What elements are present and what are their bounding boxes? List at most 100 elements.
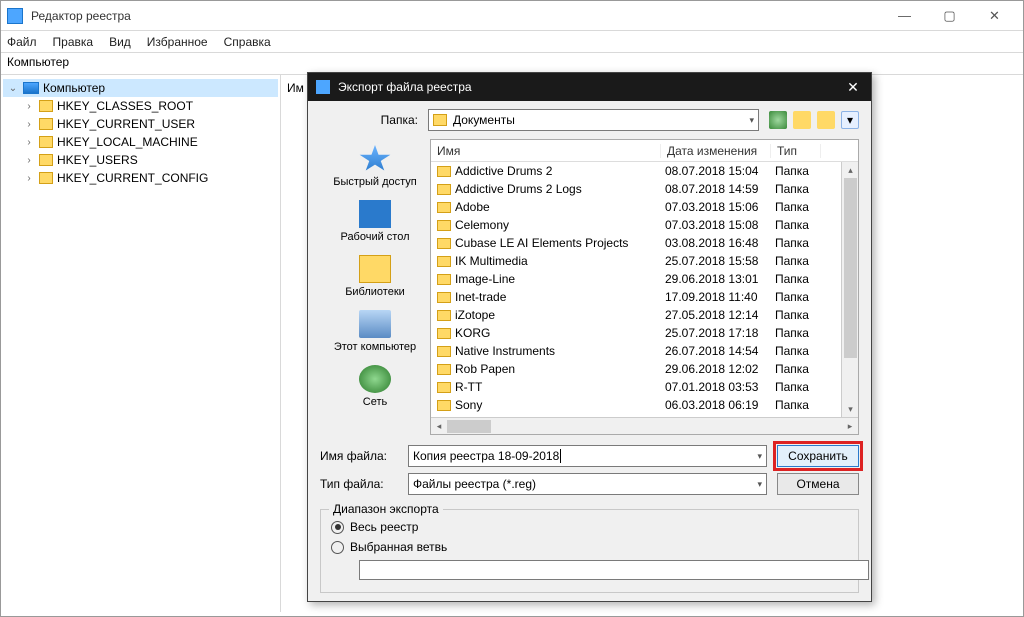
file-type: Папка xyxy=(775,236,825,250)
views-icon[interactable]: ▾ xyxy=(841,111,859,129)
folder-icon xyxy=(437,184,451,195)
file-list: Имя Дата изменения Тип Addictive Drums 2… xyxy=(430,139,859,435)
file-row[interactable]: Cubase LE AI Elements Projects03.08.2018… xyxy=(431,234,858,252)
file-date: 27.05.2018 12:14 xyxy=(665,308,775,322)
tree-item[interactable]: ›HKEY_LOCAL_MACHINE xyxy=(3,133,278,151)
file-row[interactable]: Inet-trade17.09.2018 11:40Папка xyxy=(431,288,858,306)
radio-icon xyxy=(331,521,344,534)
file-type: Папка xyxy=(775,182,825,196)
tree-item[interactable]: ›HKEY_CLASSES_ROOT xyxy=(3,97,278,115)
place-network[interactable]: Сеть xyxy=(325,363,425,414)
file-row[interactable]: Addictive Drums 2 Logs08.07.2018 14:59Па… xyxy=(431,180,858,198)
tree-item[interactable]: ›HKEY_CURRENT_CONFIG xyxy=(3,169,278,187)
filename-input[interactable]: Копия реестра 18-09-2018 ▾ xyxy=(408,445,767,467)
computer-icon xyxy=(359,310,391,338)
file-row[interactable]: Sony06.03.2018 06:19Папка xyxy=(431,396,858,414)
dialog-close-button[interactable]: ✕ xyxy=(843,79,863,96)
back-icon[interactable] xyxy=(769,111,787,129)
col-date[interactable]: Дата изменения xyxy=(661,144,771,158)
regedit-icon xyxy=(316,80,330,94)
folder-icon xyxy=(437,202,451,213)
filetype-dropdown[interactable]: Файлы реестра (*.reg) ▾ xyxy=(408,473,767,495)
maximize-button[interactable]: ▢ xyxy=(927,2,972,30)
radio-branch[interactable]: Выбранная ветвь xyxy=(331,540,848,554)
export-range-group: Диапазон экспорта Весь реестр Выбранная … xyxy=(320,509,859,593)
up-one-level-icon[interactable] xyxy=(793,111,811,129)
desktop-icon xyxy=(359,200,391,228)
file-row[interactable]: Rob Papen29.06.2018 12:02Папка xyxy=(431,360,858,378)
file-name: Celemony xyxy=(455,218,665,232)
expand-icon[interactable]: › xyxy=(23,173,35,184)
expand-icon[interactable]: › xyxy=(23,137,35,148)
tree-item[interactable]: ›HKEY_CURRENT_USER xyxy=(3,115,278,133)
expand-icon[interactable]: › xyxy=(23,101,35,112)
menu-file[interactable]: Файл xyxy=(7,35,37,49)
chevron-down-icon: ▾ xyxy=(757,451,762,462)
file-date: 08.07.2018 15:04 xyxy=(665,164,775,178)
chevron-down-icon: ▾ xyxy=(757,479,762,490)
file-name: KORG xyxy=(455,326,665,340)
folder-icon xyxy=(437,400,451,411)
folder-dropdown[interactable]: Документы ▾ xyxy=(428,109,759,131)
scroll-thumb[interactable] xyxy=(447,420,491,433)
menu-edit[interactable]: Правка xyxy=(53,35,94,49)
file-type: Папка xyxy=(775,362,825,376)
places-bar: Быстрый доступ Рабочий стол Библиотеки Э… xyxy=(320,139,430,435)
scroll-down-icon[interactable]: ▾ xyxy=(842,401,859,417)
place-libraries[interactable]: Библиотеки xyxy=(325,253,425,304)
file-date: 25.07.2018 17:18 xyxy=(665,326,775,340)
file-date: 06.03.2018 06:19 xyxy=(665,398,775,412)
file-list-header: Имя Дата изменения Тип xyxy=(431,140,858,162)
folder-icon xyxy=(437,238,451,249)
minimize-button[interactable]: — xyxy=(882,2,927,30)
place-desktop[interactable]: Рабочий стол xyxy=(325,198,425,249)
folder-icon xyxy=(39,172,53,184)
scroll-up-icon[interactable]: ▴ xyxy=(842,162,859,178)
scroll-left-icon[interactable]: ◂ xyxy=(431,418,447,435)
file-row[interactable]: Adobe07.03.2018 15:06Папка xyxy=(431,198,858,216)
file-row[interactable]: IK Multimedia25.07.2018 15:58Папка xyxy=(431,252,858,270)
file-row[interactable]: KORG25.07.2018 17:18Папка xyxy=(431,324,858,342)
vertical-scrollbar[interactable]: ▴ ▾ xyxy=(841,162,858,417)
new-folder-icon[interactable] xyxy=(817,111,835,129)
file-row[interactable]: R-TT07.01.2018 03:53Папка xyxy=(431,378,858,396)
close-button[interactable]: ✕ xyxy=(972,2,1017,30)
expand-icon[interactable]: › xyxy=(23,155,35,166)
collapse-icon[interactable]: ⌄ xyxy=(7,83,19,94)
place-quickaccess[interactable]: Быстрый доступ xyxy=(325,143,425,194)
registry-tree: ⌄ Компьютер ›HKEY_CLASSES_ROOT ›HKEY_CUR… xyxy=(1,75,281,612)
col-type[interactable]: Тип xyxy=(771,144,821,158)
menu-view[interactable]: Вид xyxy=(109,35,131,49)
horizontal-scrollbar[interactable]: ◂ ▸ xyxy=(431,417,858,434)
file-row[interactable]: Native Instruments26.07.2018 14:54Папка xyxy=(431,342,858,360)
file-row[interactable]: iZotope27.05.2018 12:14Папка xyxy=(431,306,858,324)
filename-label: Имя файла: xyxy=(320,449,408,463)
file-row[interactable]: Image-Line29.06.2018 13:01Папка xyxy=(431,270,858,288)
file-name: Cubase LE AI Elements Projects xyxy=(455,236,665,250)
save-button[interactable]: Сохранить xyxy=(777,445,859,467)
place-thispc[interactable]: Этот компьютер xyxy=(325,308,425,359)
filetype-value: Файлы реестра (*.reg) xyxy=(413,477,536,491)
file-row[interactable]: Celemony07.03.2018 15:08Папка xyxy=(431,216,858,234)
expand-icon[interactable]: › xyxy=(23,119,35,130)
file-name: Adobe xyxy=(455,200,665,214)
dialog-titlebar[interactable]: Экспорт файла реестра ✕ xyxy=(308,73,871,101)
file-date: 08.07.2018 14:59 xyxy=(665,182,775,196)
folder-icon xyxy=(437,310,451,321)
col-name[interactable]: Имя xyxy=(431,144,661,158)
branch-input[interactable] xyxy=(359,560,869,580)
scroll-right-icon[interactable]: ▸ xyxy=(842,418,858,435)
cancel-button[interactable]: Отмена xyxy=(777,473,859,495)
menu-favorites[interactable]: Избранное xyxy=(147,35,208,49)
chevron-down-icon: ▾ xyxy=(749,115,754,126)
tree-item[interactable]: ›HKEY_USERS xyxy=(3,151,278,169)
radio-all[interactable]: Весь реестр xyxy=(331,520,848,534)
tree-root[interactable]: ⌄ Компьютер xyxy=(3,79,278,97)
network-icon xyxy=(359,365,391,393)
scroll-thumb[interactable] xyxy=(844,178,857,358)
file-row[interactable]: Addictive Drums 208.07.2018 15:04Папка xyxy=(431,162,858,180)
folder-icon xyxy=(437,256,451,267)
file-type: Папка xyxy=(775,326,825,340)
menu-help[interactable]: Справка xyxy=(224,35,271,49)
text-cursor xyxy=(560,449,561,463)
